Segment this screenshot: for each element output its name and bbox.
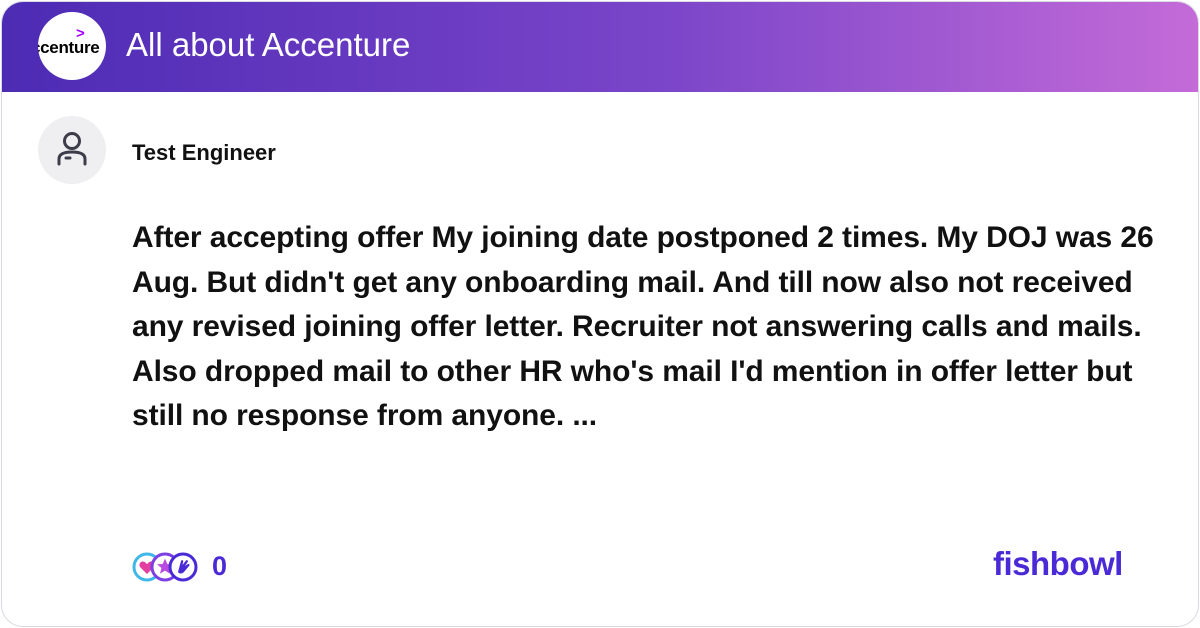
post-card[interactable]: > ccenture All about Accenture Test Engi… (1, 1, 1199, 627)
logo-text: ccenture (38, 38, 100, 57)
bowl-title[interactable]: All about Accenture (126, 26, 410, 64)
post-body[interactable]: After accepting offer My joining date po… (132, 216, 1172, 439)
author-designation[interactable]: Test Engineer (132, 140, 276, 166)
accenture-logo[interactable]: > ccenture (38, 12, 106, 80)
reaction-count[interactable]: 0 (212, 551, 227, 582)
reaction-icons[interactable] (132, 550, 212, 584)
user-avatar-icon (38, 116, 106, 184)
fishbowl-logo[interactable]: fishbowl (993, 545, 1123, 583)
bowl-header[interactable]: > ccenture All about Accenture (2, 2, 1198, 92)
clap-reaction-icon (168, 552, 198, 582)
